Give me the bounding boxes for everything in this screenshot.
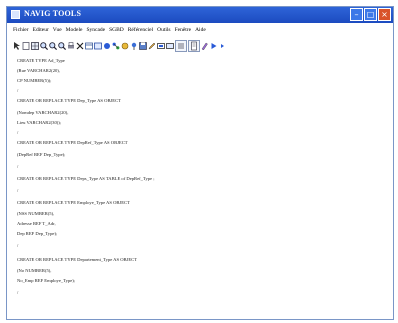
menu-syncade[interactable]: Syncade (86, 27, 105, 33)
code-line: (DepRef REF Dep_Type); (17, 152, 66, 157)
play-icon[interactable] (210, 42, 218, 50)
window-controls: – □ × (350, 8, 391, 21)
color-icon[interactable] (121, 42, 129, 50)
code-line: / (17, 290, 19, 295)
minimize-button[interactable]: – (350, 8, 363, 21)
code-line: CREATE TYPE Ad_Type (17, 58, 65, 63)
app-icon (11, 10, 20, 19)
code-line: CREATE OR REPLACE TYPE Dep_Type AS OBJEC… (17, 98, 121, 103)
entity-icon[interactable] (94, 42, 102, 50)
menu-sgbd[interactable]: SGBD (109, 27, 124, 33)
menu-vue[interactable]: Vue (53, 27, 62, 33)
code-line: Lieu VARCHAR2(30)); (17, 120, 62, 125)
sql-editor[interactable]: CREATE TYPE Ad_Type (Rue VARCHAR2(20), C… (17, 58, 385, 313)
save-icon[interactable] (139, 42, 147, 50)
form-icon[interactable] (175, 40, 187, 52)
code-line: CREATE OR REPLACE TYPE Employe_Type AS O… (17, 200, 130, 205)
code-line: (Nomdep VARCHAR2(20), (17, 110, 69, 115)
code-line: CREATE OR REPLACE TYPE Deps_Type AS TABL… (17, 176, 155, 181)
menu-outils[interactable]: Outils (157, 27, 170, 33)
zoom-in-icon[interactable] (40, 42, 48, 50)
new-icon[interactable] (22, 42, 30, 50)
title-bar[interactable]: NAVIG TOOLS – □ × (7, 7, 393, 23)
code-line: Adresse REF T_Adr, (17, 221, 56, 226)
menu-aide[interactable]: Aide (195, 27, 206, 33)
code-line: / (17, 164, 19, 169)
pencil-icon[interactable] (148, 42, 156, 50)
print-icon[interactable] (67, 42, 75, 50)
code-line: CREATE OR REPLACE TYPE Departement_Type … (17, 257, 138, 262)
delete-icon[interactable] (76, 42, 84, 50)
code-line: (Rue VARCHAR2(20), (17, 68, 60, 73)
frame-icon[interactable] (157, 42, 165, 50)
code-line: Dep REF Dep_Type); (17, 231, 58, 236)
window-title: NAVIG TOOLS (24, 9, 82, 18)
cursor-icon[interactable] (13, 42, 21, 50)
menu-referenciel[interactable]: Référenciel (128, 27, 153, 33)
circle-icon[interactable] (103, 42, 111, 50)
rect-icon[interactable] (166, 42, 174, 50)
code-line: (NSS NUMBER(5), (17, 211, 55, 216)
app-window: NAVIG TOOLS – □ × Fichier Editeur Vue Mo… (6, 6, 394, 320)
code-line: No_Emp REF Employe_Type); (17, 278, 76, 283)
grid-icon[interactable] (31, 42, 39, 50)
close-button[interactable]: × (378, 8, 391, 21)
menu-fenetre[interactable]: Fenêtre (175, 27, 192, 33)
code-line: / (17, 188, 19, 193)
document-icon[interactable] (188, 40, 200, 52)
zoom-out-icon[interactable] (49, 42, 57, 50)
code-line: (No NUMBER(5), (17, 268, 52, 273)
menu-bar: Fichier Editeur Vue Modele Syncade SGBD … (7, 24, 393, 35)
link-icon[interactable] (112, 42, 120, 50)
menu-editeur[interactable]: Editeur (33, 27, 49, 33)
maximize-button[interactable]: □ (364, 8, 377, 21)
code-line: CP NUMBER(5)); (17, 78, 52, 83)
code-line: / (17, 243, 19, 248)
toolbar (13, 38, 227, 54)
zoom-fit-icon[interactable] (58, 42, 66, 50)
next-icon[interactable] (219, 42, 227, 50)
pin-icon[interactable] (130, 42, 138, 50)
menu-fichier[interactable]: Fichier (13, 27, 29, 33)
code-line: / (17, 88, 19, 93)
code-line: / (17, 130, 19, 135)
code-line: CREATE OR REPLACE TYPE DepRef_Type AS OB… (17, 140, 128, 145)
menu-modele[interactable]: Modele (66, 27, 83, 33)
table-icon[interactable] (85, 42, 93, 50)
pen-icon[interactable] (201, 42, 209, 50)
